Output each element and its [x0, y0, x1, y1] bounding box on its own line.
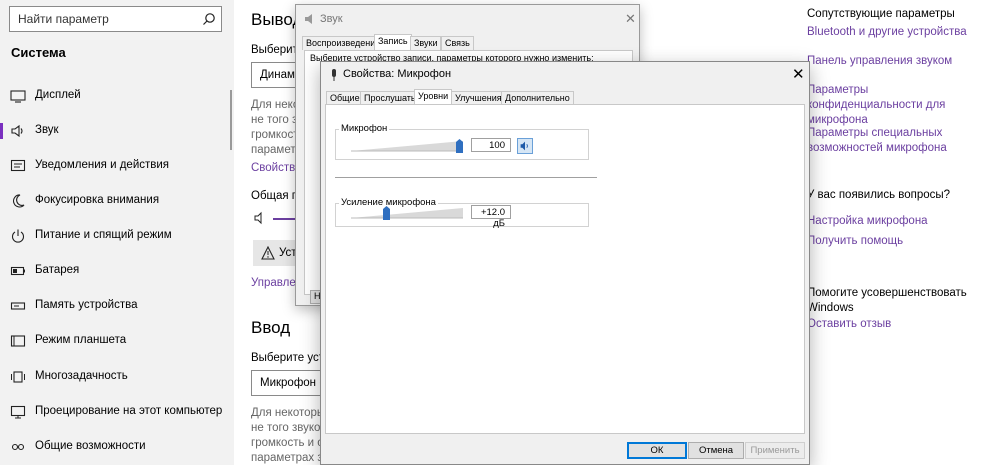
- tab-playback[interactable]: Воспроизведение: [302, 36, 385, 50]
- apply-button[interactable]: Применить: [745, 442, 805, 459]
- sidebar-item-multitasking[interactable]: Многозадачность: [0, 360, 234, 394]
- separator: [335, 177, 597, 178]
- project-icon: [10, 405, 26, 419]
- notification-icon: [10, 159, 26, 172]
- speaker-icon: [11, 124, 23, 138]
- input-note-line: громкость и с: [251, 437, 324, 449]
- sound-dialog-title: Звук: [320, 13, 343, 25]
- input-heading: Ввод: [251, 318, 291, 337]
- tablet-icon: [10, 335, 26, 347]
- sidebar-item-label: Режим планшета: [35, 334, 127, 346]
- device-properties-link[interactable]: Свойства: [251, 162, 302, 174]
- sidebar-item-label: Фокусировка внимания: [35, 194, 160, 206]
- sidebar-scrollbar[interactable]: [230, 90, 232, 150]
- related-heading: Сопутствующие параметры: [807, 8, 955, 20]
- power-icon: [11, 229, 25, 243]
- search-icon[interactable]: [202, 12, 216, 26]
- sidebar-item-label: Дисплей: [35, 89, 81, 101]
- microphone-icon: [332, 69, 336, 81]
- sidebar-item-battery[interactable]: Батарея: [0, 254, 234, 288]
- boost-slider-thumb[interactable]: [382, 206, 390, 220]
- sidebar-item-shared[interactable]: Общие возможности: [0, 430, 234, 464]
- input-note-line: не того звуков: [251, 422, 327, 434]
- sidebar-item-label: Звук: [35, 124, 59, 136]
- sidebar-item-display[interactable]: Дисплей: [0, 79, 234, 113]
- input-note-line: параметрах зв: [251, 452, 329, 464]
- input-note-line: Для некоторых: [251, 407, 331, 419]
- sidebar-heading: Система: [11, 45, 66, 60]
- sidebar-item-sound[interactable]: Звук: [0, 114, 234, 148]
- output-note-line: громкост: [251, 129, 299, 141]
- shared-icon: [11, 443, 25, 451]
- sidebar-item-label: Многозадачность: [35, 370, 128, 382]
- tab-general[interactable]: Общие: [326, 91, 364, 105]
- sidebar-item-label: Батарея: [35, 264, 80, 276]
- search-placeholder: Найти параметр: [18, 12, 109, 26]
- microphone-properties-dialog: Свойства: Микрофон ✕ Общие Прослушать Ур…: [320, 61, 810, 465]
- sidebar-item-label: Питание и спящий режим: [35, 229, 172, 241]
- input-choose-label: Выберите устр: [251, 352, 331, 364]
- active-indicator: [0, 123, 3, 139]
- get-help-link[interactable]: Получить помощь: [807, 234, 903, 249]
- search-box[interactable]: Найти параметр: [9, 6, 222, 32]
- mic-setup-link[interactable]: Настройка микрофона: [807, 214, 928, 229]
- sound-control-panel-link[interactable]: Панель управления звуком: [807, 54, 952, 69]
- tab-sounds[interactable]: Звуки: [410, 36, 442, 50]
- battery-icon: [10, 266, 25, 276]
- ok-button[interactable]: ОК: [627, 442, 687, 459]
- close-icon[interactable]: ✕: [792, 65, 805, 83]
- levels-panel: Микрофон 100 Усиление микрофона +12.0 дБ: [325, 104, 805, 434]
- microphone-boost-slider[interactable]: [351, 207, 463, 219]
- troubleshoot-label: Уст: [279, 247, 297, 259]
- tab-advanced[interactable]: Дополнительно: [501, 91, 574, 105]
- moon-icon: [13, 194, 25, 208]
- output-note-line: Для неко: [251, 99, 300, 111]
- questions-heading: У вас появились вопросы?: [807, 189, 951, 201]
- tab-communications[interactable]: Связь: [441, 36, 474, 50]
- tab-listen[interactable]: Прослушать: [360, 91, 420, 105]
- properties-dialog-title: Свойства: Микрофон: [343, 68, 452, 80]
- microphone-level-label: Микрофон: [339, 123, 390, 134]
- sidebar-item-storage[interactable]: Память устройства: [0, 289, 234, 323]
- sidebar-item-focus[interactable]: Фокусировка внимания: [0, 184, 234, 218]
- sidebar-item-label: Память устройства: [35, 299, 138, 311]
- sidebar-item-label: Проецирование на этот компьютер: [35, 405, 223, 417]
- sidebar-item-notifications[interactable]: Уведомления и действия: [0, 149, 234, 183]
- microphone-boost-value[interactable]: +12.0 дБ: [471, 205, 511, 229]
- microphone-level-slider[interactable]: [351, 140, 463, 152]
- sidebar: Найти параметр Система Дисплей Звук Увед…: [0, 0, 234, 465]
- bluetooth-link[interactable]: Bluetooth и другие устройства: [807, 25, 967, 40]
- cancel-button[interactable]: Отмена: [688, 442, 744, 459]
- related-settings-panel: Сопутствующие параметры Bluetooth и друг…: [800, 0, 1000, 465]
- microphone-mute-button[interactable]: [517, 138, 533, 154]
- storage-icon: [10, 302, 26, 310]
- close-icon[interactable]: ✕: [625, 11, 636, 27]
- microphone-slider-thumb[interactable]: [456, 139, 463, 153]
- mic-privacy-link[interactable]: Параметры конфиденциальности для микрофо…: [807, 83, 982, 128]
- sidebar-item-power[interactable]: Питание и спящий режим: [0, 219, 234, 253]
- sidebar-item-tablet[interactable]: Режим планшета: [0, 324, 234, 358]
- microphone-level-value[interactable]: 100: [471, 138, 511, 152]
- sidebar-item-label: Общие возможности: [35, 440, 146, 452]
- sound-app-icon: [305, 14, 312, 24]
- tab-levels[interactable]: Уровни: [414, 89, 453, 105]
- tab-recording[interactable]: Запись: [374, 34, 412, 50]
- display-icon: [10, 90, 26, 103]
- speaker-icon: [520, 141, 528, 151]
- volume-icon: [254, 211, 262, 225]
- multitask-icon: [11, 371, 25, 383]
- sidebar-item-projecting[interactable]: Проецирование на этот компьютер: [0, 395, 234, 429]
- mic-accessibility-link[interactable]: Параметры специальных возможностей микро…: [807, 126, 967, 156]
- sidebar-item-label: Уведомления и действия: [35, 159, 170, 171]
- input-device-dropdown[interactable]: Микрофон (2: [251, 370, 331, 396]
- warning-icon: [261, 246, 275, 260]
- improve-heading: Помогите усовершенствовать Windows: [807, 287, 967, 314]
- tab-enhancements[interactable]: Улучшения: [451, 91, 506, 105]
- feedback-link[interactable]: Оставить отзыв: [807, 317, 891, 332]
